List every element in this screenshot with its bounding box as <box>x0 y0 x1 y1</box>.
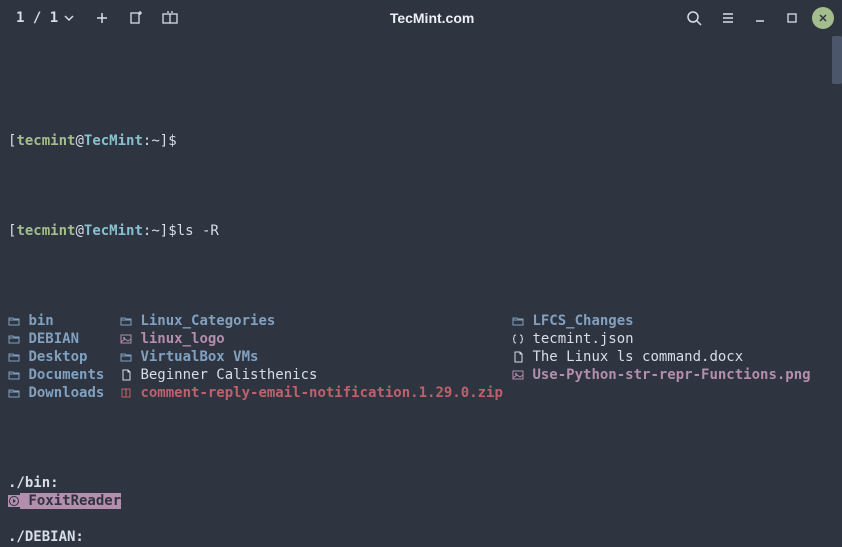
list-item: Use-Python-str-repr-Functions.png <box>512 366 811 384</box>
folder-open-icon <box>512 315 524 327</box>
window-controls <box>748 6 834 30</box>
file-name: tecmint.json <box>532 331 633 347</box>
file-name: bin <box>28 313 53 329</box>
listing-row: bin Linux_Categories LFCS_Changes <box>8 312 834 330</box>
list-item: Documents <box>8 366 120 384</box>
chevron-down-icon <box>64 13 74 23</box>
list-item: DEBIAN <box>8 330 120 348</box>
tab-count: 1 / 1 <box>16 10 58 26</box>
list-item: tecmint.json <box>512 330 634 348</box>
blank-line <box>8 456 834 474</box>
folder-open-icon <box>120 351 132 363</box>
listing-row: Downloads comment-reply-email-notificati… <box>8 384 834 402</box>
new-window-icon[interactable] <box>122 4 150 32</box>
file-name: DEBIAN <box>28 331 79 347</box>
archive-icon <box>120 387 132 399</box>
list-item: bin <box>8 312 120 330</box>
section-heading: ./bin: <box>8 474 834 492</box>
titlebar: 1 / 1 TecMint.com <box>0 0 842 36</box>
file-name: The Linux ls command.docx <box>532 349 743 365</box>
file-name: Documents <box>28 367 104 383</box>
folder-open-icon <box>8 333 20 345</box>
file-name: Use-Python-str-repr-Functions.png <box>532 367 810 383</box>
image-icon <box>120 333 132 345</box>
split-icon[interactable] <box>156 4 184 32</box>
file-name: Beginner Calisthenics <box>140 367 317 383</box>
file-name: Linux_Categories <box>140 313 275 329</box>
prompt-line-cmd: [tecmint@TecMint:~]$ls -R <box>8 222 834 240</box>
file-name: LFCS_Changes <box>532 313 633 329</box>
root-listing: bin Linux_Categories LFCS_Changes DEBIAN… <box>8 312 834 402</box>
list-item: Beginner Calisthenics <box>120 366 512 384</box>
close-button[interactable] <box>812 7 834 29</box>
terminal-output[interactable]: [tecmint@TecMint:~]$ [tecmint@TecMint:~]… <box>0 36 842 547</box>
folder-open-icon <box>120 315 132 327</box>
list-item: Downloads <box>8 384 120 402</box>
search-button[interactable] <box>680 4 708 32</box>
list-item: Desktop <box>8 348 120 366</box>
listing-row: Documents Beginner Calisthenics Use-Pyth… <box>8 366 834 384</box>
list-item: linux_logo <box>120 330 512 348</box>
list-item: VirtualBox VMs <box>120 348 512 366</box>
menu-button[interactable] <box>714 4 742 32</box>
listing-row: Desktop VirtualBox VMs The Linux ls comm… <box>8 348 834 366</box>
folder-open-icon <box>8 369 20 381</box>
file-name: comment-reply-email-notification.1.29.0.… <box>140 385 502 401</box>
file-name: FoxitReader <box>20 493 121 509</box>
file-name: linux_logo <box>140 331 224 347</box>
folder-open-icon <box>8 387 20 399</box>
list-item: LFCS_Changes <box>512 312 634 330</box>
file-icon <box>120 369 132 381</box>
file-name: Desktop <box>28 349 87 365</box>
file-name: Downloads <box>28 385 104 401</box>
file-icon <box>512 351 524 363</box>
section-heading: ./DEBIAN: <box>8 528 834 546</box>
blank-line <box>8 510 834 528</box>
list-item: Linux_Categories <box>120 312 512 330</box>
listing-row: DEBIAN linux_logo tecmint.json <box>8 330 834 348</box>
file-name: VirtualBox VMs <box>140 349 258 365</box>
prompt-line: [tecmint@TecMint:~]$ <box>8 132 834 150</box>
minimize-button[interactable] <box>748 6 772 30</box>
list-item: The Linux ls command.docx <box>512 348 743 366</box>
folder-open-icon <box>8 315 20 327</box>
folder-open-icon <box>8 351 20 363</box>
json-icon <box>512 333 524 345</box>
sections: ./bin: FoxitReader ./DEBIAN: control md5… <box>8 456 834 547</box>
image-icon <box>512 369 524 381</box>
exec-icon <box>8 495 20 507</box>
scrollbar-thumb[interactable] <box>832 36 842 84</box>
tab-indicator[interactable]: 1 / 1 <box>8 6 82 30</box>
listing-row: FoxitReader <box>8 492 834 510</box>
list-item: FoxitReader <box>8 492 121 510</box>
list-item: comment-reply-email-notification.1.29.0.… <box>120 384 512 402</box>
window-title: TecMint.com <box>190 10 674 26</box>
new-tab-button[interactable] <box>88 4 116 32</box>
maximize-button[interactable] <box>780 6 804 30</box>
